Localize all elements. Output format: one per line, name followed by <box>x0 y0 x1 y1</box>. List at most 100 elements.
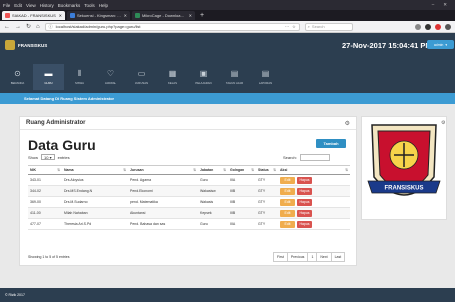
delete-button[interactable]: Hapus <box>297 176 312 184</box>
nav-jurusan[interactable]: ▭ JURUSAN <box>126 64 157 90</box>
tab-mikrocage[interactable]: MikroCage - Download Mikrotie ✕ <box>132 11 195 20</box>
cell-jurusan: pend. Matematika <box>128 196 198 208</box>
col-status[interactable]: Status ⇅ <box>256 165 278 175</box>
col-label: Golngan <box>230 168 245 172</box>
browser-search-input[interactable]: ⌕ Search <box>304 22 353 31</box>
table-search: Search: <box>283 154 330 161</box>
cell-nik: 344-02 <box>28 185 62 197</box>
cell-status: GTY <box>256 196 278 208</box>
nav-jadwal[interactable]: ♡ JADWAL <box>95 64 126 90</box>
delete-button[interactable]: Hapus <box>297 187 312 195</box>
cell-jurusan: Akuntansi <box>128 207 198 219</box>
tab-label: SIAKAD - FRANSISKUS <box>12 13 56 18</box>
menu-icon[interactable] <box>445 23 451 30</box>
forward-icon[interactable]: → <box>15 24 21 30</box>
edit-button[interactable]: Edit <box>280 187 295 195</box>
reload-icon[interactable]: ↻ <box>26 23 31 30</box>
page-length-control: Show 10 ▾ entries <box>28 154 70 160</box>
gear-icon[interactable]: ⚙ <box>345 120 350 127</box>
nav-label: PELAJARAN <box>195 80 212 85</box>
page-last[interactable]: Last <box>330 253 345 261</box>
nav-siswa[interactable]: ⫴ SISWA <box>64 64 95 90</box>
col-jabatan[interactable]: Jabatan ⇅ <box>198 165 228 175</box>
page-title: Data Guru <box>28 137 96 153</box>
extension-icon[interactable] <box>435 23 441 30</box>
delete-button[interactable]: Hapus <box>297 209 312 217</box>
tab-close-icon[interactable]: ✕ <box>59 13 62 18</box>
col-golongan[interactable]: Golngan ⇅ <box>228 165 256 175</box>
tab-siakad[interactable]: SIAKAD - FRANSISKUS ✕ <box>2 11 65 20</box>
tab-label: Sekuensi - Kingsman: The Go <box>77 13 122 18</box>
cell-aksi: Edit Hapus <box>278 207 350 219</box>
col-label: Jabatan <box>200 168 214 172</box>
clock-display: 27-Nov-2017 15:04:41 PM <box>342 41 432 50</box>
info-icon[interactable]: ⓘ <box>49 24 53 30</box>
minimize-icon[interactable]: – <box>432 2 435 8</box>
nav-label: BERANDA <box>10 80 25 85</box>
page-first[interactable]: First <box>274 253 287 261</box>
welcome-banner: Selamat Datang Di Ruang Sistem Administr… <box>0 93 455 104</box>
nav-label: GURU <box>44 80 53 85</box>
edit-button[interactable]: Edit <box>280 220 295 228</box>
cell-jurusan: Pend.Ekonomi <box>128 185 198 197</box>
nav-tahun-ajar[interactable]: ▤ TAHUN AJAR <box>219 64 250 90</box>
menu-help[interactable]: Help <box>99 3 108 8</box>
downloads-icon[interactable] <box>415 23 421 30</box>
tab-sekuensi[interactable]: Sekuensi - Kingsman: The Go ✕ <box>67 11 130 20</box>
tab-close-icon[interactable]: ✕ <box>124 13 127 18</box>
extension-icons <box>415 23 451 30</box>
col-nik[interactable]: NIK ⇅ <box>28 165 62 175</box>
menu-tools[interactable]: Tools <box>84 3 95 8</box>
table-header-row: NIK ⇅ Nama ⇅ Jurusan ⇅ Jabatan ⇅ Golngan ⇅ St… <box>28 165 350 175</box>
teacher-table: NIK ⇅ Nama ⇅ Jurusan ⇅ Jabatan ⇅ Golngan ⇅ St… <box>28 165 350 230</box>
cell-aksi: Edit Hapus <box>278 218 350 230</box>
cell-golongan: IIIB <box>228 185 256 197</box>
new-tab-icon[interactable]: + <box>197 12 204 19</box>
browser-navbar: ← → ↻ ⌂ ⓘ localhost/siakad/admin/guru.ph… <box>0 21 455 33</box>
sort-icon: ⇅ <box>57 168 60 172</box>
page-current[interactable]: 1 <box>307 253 316 261</box>
menu-edit[interactable]: Edit <box>14 3 22 8</box>
extension-icon[interactable] <box>425 23 431 30</box>
bookmark-star-icon[interactable]: ☆ <box>292 24 296 29</box>
nav-pelajaran[interactable]: ▣ PELAJARAN <box>188 64 219 90</box>
close-window-icon[interactable]: ✕ <box>443 2 447 8</box>
nav-kelas[interactable]: ▦ KELAS <box>157 64 188 90</box>
edit-button[interactable]: Edit <box>280 176 295 184</box>
home-icon[interactable]: ⌂ <box>36 24 40 30</box>
menu-file[interactable]: File <box>3 3 10 8</box>
delete-button[interactable]: Hapus <box>297 220 312 228</box>
nav-laporan[interactable]: ▤ LAPORAN <box>250 64 281 90</box>
brand-name: FRANSISKUS <box>18 43 48 48</box>
delete-button[interactable]: Hapus <box>297 198 312 206</box>
pagination: First Previous 1 Next Last <box>273 252 346 262</box>
page-length-select[interactable]: 10 ▾ <box>41 154 55 160</box>
back-icon[interactable]: ← <box>4 24 10 30</box>
nav-guru[interactable]: ▬ GURU <box>33 64 64 90</box>
menu-history[interactable]: History <box>40 3 54 8</box>
table-row: 343-01 Drs.Aloysius Pend. Agama Guru III… <box>28 174 350 186</box>
user-menu-button[interactable]: admin ▾ <box>427 40 454 49</box>
col-jurusan[interactable]: Jurusan ⇅ <box>128 165 198 175</box>
table-row: 477-07 Theresia Ari.S.Pd Pend. Bahasa da… <box>28 218 350 230</box>
edit-button[interactable]: Edit <box>280 209 295 217</box>
col-nama[interactable]: Nama ⇅ <box>62 165 128 175</box>
page-previous[interactable]: Previous <box>286 253 308 261</box>
page-actions-icon[interactable]: ··· <box>285 24 289 29</box>
sort-icon: ⇅ <box>123 168 126 172</box>
nav-beranda[interactable]: ⊙ BERANDA <box>2 64 33 90</box>
gear-icon[interactable]: ⚙ <box>441 120 445 126</box>
col-label: Status <box>258 168 269 172</box>
module-navigation: ⊙ BERANDA ▬ GURU ⫴ SISWA ♡ JADWAL ▭ JURU… <box>0 64 455 93</box>
add-button[interactable]: Tambah <box>316 139 346 148</box>
tab-close-icon[interactable]: ✕ <box>189 13 192 18</box>
table-search-input[interactable] <box>299 154 330 161</box>
edit-button[interactable]: Edit <box>280 198 295 206</box>
menu-view[interactable]: View <box>26 3 36 8</box>
col-aksi[interactable]: Aksi ⇅ <box>278 165 350 175</box>
page-next[interactable]: Next <box>316 253 330 261</box>
panel-title: Ruang Administrator <box>26 120 86 126</box>
menu-bookmarks[interactable]: Bookmarks <box>58 3 81 8</box>
table-row: 411-00 Milah Nahaban Akuntansi Kepsek II… <box>28 207 350 219</box>
url-bar[interactable]: ⓘ localhost/siakad/admin/guru.php?page=g… <box>44 22 300 31</box>
